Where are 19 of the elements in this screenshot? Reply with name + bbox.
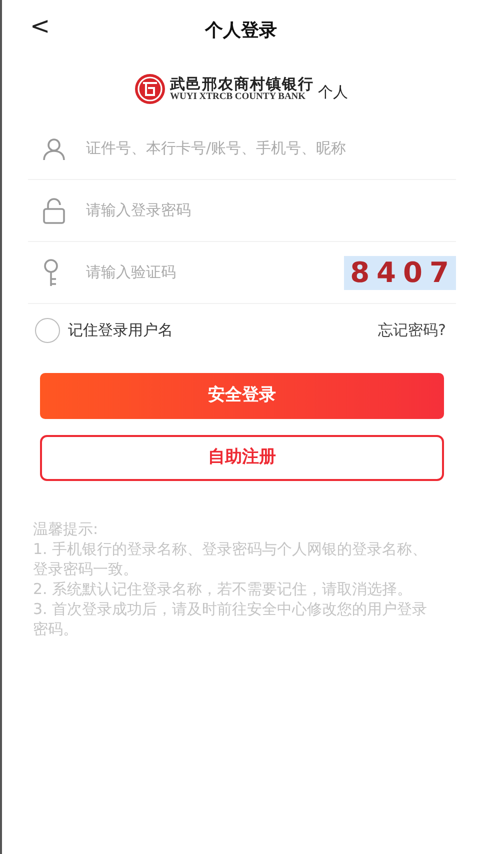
- user-icon: [42, 136, 66, 160]
- bank-name: 武邑邢农商村镇银行: [170, 76, 314, 92]
- login-button[interactable]: 安全登录: [40, 373, 444, 419]
- tip-text: 3. 首次登录成功后，请及时前往安全中心修改您的用户登录密码。: [33, 599, 428, 639]
- page-title: 个人登录: [205, 19, 277, 43]
- register-button[interactable]: 自助注册: [40, 435, 444, 481]
- lock-icon: [42, 198, 66, 224]
- tips-title: 温馨提示:: [33, 519, 100, 539]
- tip-text: 1. 手机银行的登录名称、登录密码与个人网银的登录名称、登录密码一致。: [33, 539, 428, 579]
- bank-logo-icon: [134, 73, 166, 105]
- bank-name-english: WUYI XTRCB COUNTY BANK: [170, 92, 307, 102]
- key-icon: [42, 258, 60, 286]
- forgot-password-link[interactable]: 忘记密码?: [378, 319, 446, 342]
- tip-text: 2. 系统默认记住登录名称，若不需要记住，请取消选择。: [33, 579, 414, 599]
- captcha-image[interactable]: 8407: [344, 256, 456, 290]
- back-button[interactable]: <: [24, 12, 56, 41]
- remember-label: 记住登录用户名: [68, 320, 173, 342]
- logo-suffix: 个人: [318, 82, 348, 103]
- remember-checkbox[interactable]: [35, 318, 60, 343]
